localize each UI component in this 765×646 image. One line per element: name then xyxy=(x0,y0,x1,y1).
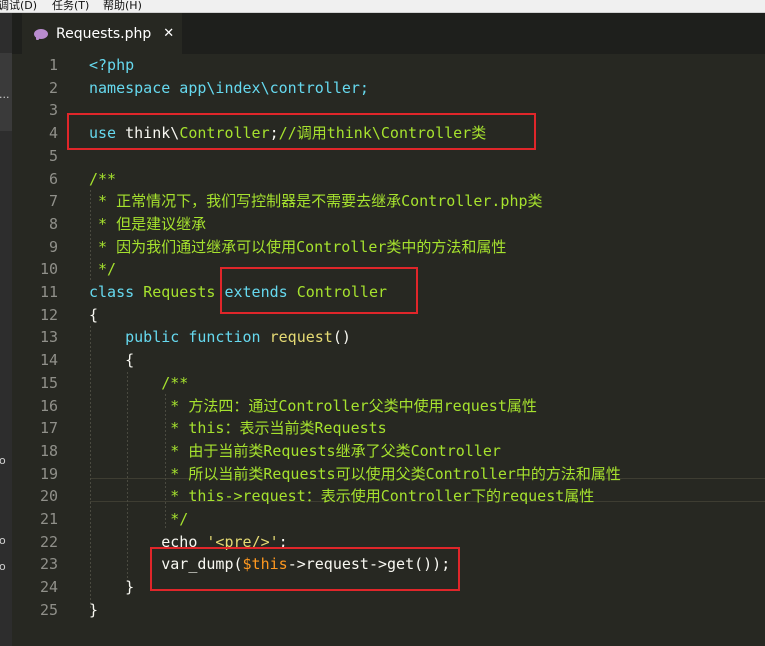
keyword-namespace: namespace xyxy=(89,78,171,97)
keyword-public: public xyxy=(125,328,180,347)
side-panel-edge: ... o o o xyxy=(0,13,12,646)
tab-title: Requests.php xyxy=(56,25,152,42)
code-line-17: * this：表示当前类Requests xyxy=(89,417,387,440)
php-elephant-icon xyxy=(34,28,48,40)
line-number: 11 xyxy=(39,283,58,301)
line-number: 12 xyxy=(39,305,58,324)
doc-comment: */ xyxy=(161,510,189,528)
code-line-25: } xyxy=(89,600,99,619)
line-number: 15 xyxy=(39,373,58,392)
line-number: 23 xyxy=(39,555,58,574)
line-number: 4 xyxy=(48,124,58,143)
doc-comment: * this：表示当前类Requests xyxy=(161,419,387,438)
doc-comment: * 由于当前类Requests继承了父类Controller xyxy=(161,441,501,460)
line-number: 24 xyxy=(39,578,58,597)
code-line-12: { xyxy=(89,305,99,324)
brace: } xyxy=(125,578,135,597)
php-open-tag: <?php xyxy=(89,56,135,74)
function-name: request xyxy=(269,328,333,347)
line-number: 17 xyxy=(39,419,58,438)
code-line-9: * 因为我们通过继承可以使用Controller类中的方法和属性 xyxy=(89,237,507,256)
line-number: 7 xyxy=(48,192,58,211)
namespace-path: app\index\controller; xyxy=(170,78,369,97)
line-number: 13 xyxy=(39,328,58,347)
highlight-box-use-statement xyxy=(67,113,536,150)
code-line-7: * 正常情况下，我们写控制器是不需要去继承Controller.php类 xyxy=(89,192,543,211)
doc-comment: * 所以当前类Requests可以使用父类Controller中的方法和属性 xyxy=(161,464,621,483)
code-line-24: } xyxy=(89,576,134,599)
line-number: 22 xyxy=(39,532,58,551)
code-line-10: */ xyxy=(89,260,117,279)
code-line-16: * 方法四：通过Controller父类中使用request属性 xyxy=(89,395,537,418)
tab-requests-php[interactable]: Requests.php ✕ xyxy=(22,13,182,54)
line-number: 25 xyxy=(39,600,58,619)
line-number: 9 xyxy=(48,237,58,256)
close-icon[interactable]: ✕ xyxy=(163,26,174,41)
code-line-14: { xyxy=(89,349,134,372)
highlight-box-extends xyxy=(220,267,418,314)
line-number: 8 xyxy=(48,214,58,233)
code-line-19: * 所以当前类Requests可以使用父类Controller中的方法和属性 xyxy=(89,463,621,486)
code-line-2: namespace app\index\controller; xyxy=(89,77,369,100)
side-panel-mark: o xyxy=(0,534,6,547)
line-number: 6 xyxy=(48,169,58,188)
doc-comment: * this->request：表示使用Controller下的request属… xyxy=(161,487,595,506)
menu-item-help[interactable]: 帮助(H) xyxy=(103,0,142,12)
code-line-21: */ xyxy=(89,508,188,531)
line-number: 5 xyxy=(48,146,58,165)
side-panel-mark: o xyxy=(0,560,6,573)
code-line-18: * 由于当前类Requests继承了父类Controller xyxy=(89,440,501,463)
highlight-box-var-dump xyxy=(150,547,460,591)
code-line-20: * this->request：表示使用Controller下的request属… xyxy=(89,485,594,508)
code-line-13: public function request() xyxy=(89,326,351,349)
keyword-function: function xyxy=(188,328,261,347)
side-panel-mark: ... xyxy=(0,88,10,101)
line-number-gutter: 1 2 3 4 5 6 7 8 9 10 11 12 13 14 15 16 1… xyxy=(12,54,72,646)
parens: () xyxy=(332,328,351,347)
menu-item-tasks[interactable]: 任务(T) xyxy=(52,0,89,12)
line-number: 16 xyxy=(39,396,58,415)
side-panel-mark: o xyxy=(0,454,6,467)
code-line-8: * 但是建议继承 xyxy=(89,214,207,233)
line-number: 2 xyxy=(48,78,58,97)
code-line-6: /** xyxy=(89,169,117,188)
code-line-15: /** xyxy=(89,372,188,395)
doc-comment: * 方法四：通过Controller父类中使用request属性 xyxy=(161,396,537,415)
menu-bar: 调试(D) 任务(T) 帮助(H) xyxy=(0,0,765,13)
brace: { xyxy=(125,351,135,370)
keyword-class: class xyxy=(89,283,135,301)
class-name: Requests xyxy=(143,283,216,301)
line-number: 20 xyxy=(39,487,58,506)
line-number: 21 xyxy=(39,510,58,528)
line-number: 3 xyxy=(48,101,58,120)
menu-item-debug[interactable]: 调试(D) xyxy=(0,0,37,12)
line-number: 19 xyxy=(39,464,58,483)
line-number: 18 xyxy=(39,441,58,460)
line-number: 14 xyxy=(39,351,58,370)
code-editor[interactable]: 1 2 3 4 5 6 7 8 9 10 11 12 13 14 15 16 1… xyxy=(12,54,765,646)
doc-comment: /** xyxy=(161,373,189,392)
line-number: 1 xyxy=(48,56,58,74)
tab-bar: Requests.php ✕ xyxy=(12,13,765,54)
code-line-1: <?php xyxy=(89,54,134,77)
line-number: 10 xyxy=(39,260,58,279)
